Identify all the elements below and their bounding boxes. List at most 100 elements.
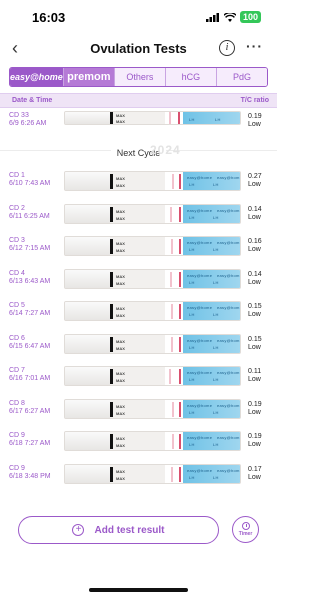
strip-test-line [171,239,173,254]
strip-brand-label: easy@home [217,403,241,408]
row-result: Low [248,376,261,383]
info-icon[interactable]: i [219,40,235,56]
strip-max-label: MAX [116,306,125,311]
strip-lh-label: LH [189,377,195,382]
strip-lh-label: LH [213,182,219,187]
strip-marker [110,112,113,124]
strip-brand-area: easy@home LH LH easy@home [183,432,240,450]
strip-brand-label: easy@home [187,240,213,245]
strip-lh-label: LH [189,312,195,317]
timer-button[interactable]: Timer [232,516,259,543]
strip-lh-label: LH [189,410,195,415]
strip-handle [65,172,110,190]
test-row[interactable]: CD 9 6/18 7:27 AM MAX MAX easy@home LH LH easy@… [0,431,277,463]
test-strip-image[interactable]: MAX MAX LH LH [64,111,241,125]
test-row-previous[interactable]: CD 33 6/9 6:26 AM MAX MAX LH LH 0.19 Low [0,111,277,143]
strip-lh-label: LH [189,442,195,447]
strip-max-label: MAX [116,378,125,383]
row-result: Low [248,121,261,128]
strip-brand-area: easy@home LH LH easy@home [183,172,240,190]
tab-others[interactable]: Others [114,68,166,86]
year-watermark: 2024 [150,143,181,157]
test-row[interactable]: CD 1 6/10 7:43 AM MAX MAX easy@home LH LH easy@… [0,171,277,203]
strip-handle [65,400,110,418]
strip-control-line [178,112,180,124]
strip-marker [110,402,113,417]
test-row[interactable]: CD 6 6/15 6:47 AM MAX MAX easy@home LH LH easy@… [0,334,277,366]
strip-lh-label: LH [213,475,219,480]
row-result: Low [248,246,261,253]
strip-result-window [165,237,183,255]
strip-result-window [165,400,183,418]
test-row[interactable]: CD 4 6/13 6:43 AM MAX MAX easy@home LH LH easy@… [0,269,277,301]
test-strip-image[interactable]: MAX MAX easy@home LH LH easy@home [64,269,241,289]
strip-max-label: MAX [116,209,125,214]
strip-brand-label: easy@home [217,273,241,278]
strip-brand-area: easy@home LH LH easy@home [183,237,240,255]
add-test-result-label: Add test result [94,524,165,536]
strip-marker [110,304,113,319]
test-strip-image[interactable]: MAX MAX easy@home LH LH easy@home [64,301,241,321]
add-test-result-button[interactable]: + Add test result [18,516,219,544]
strip-handle [65,112,110,124]
strip-max-label: MAX [116,339,125,344]
strip-lh-label: LH [213,247,219,252]
row-date: 6/15 6:47 AM [9,343,51,350]
strip-marker [110,272,113,287]
strip-lh-label: LH [189,345,195,350]
strip-control-line [179,467,181,482]
strip-marker [110,369,113,384]
tab-hcg[interactable]: hCG [165,68,217,86]
test-strip-image[interactable]: MAX MAX easy@home LH LH easy@home [64,236,241,256]
test-row[interactable]: CD 5 6/14 7:27 AM MAX MAX easy@home LH LH easy@… [0,301,277,333]
tab-easy-home[interactable]: easy@home [10,68,64,86]
tab-pdg[interactable]: PdG [216,68,267,86]
strip-brand-label: easy@home [187,403,213,408]
status-bar: 16:03 100 [0,0,277,34]
test-row[interactable]: CD 7 6/16 7:01 AM MAX MAX easy@home LH LH easy@… [0,366,277,398]
strip-brand-area: easy@home LH LH easy@home [183,335,240,353]
test-strip-image[interactable]: MAX MAX easy@home LH LH easy@home [64,366,241,386]
test-strip-image[interactable]: MAX MAX easy@home LH LH easy@home [64,399,241,419]
row-result: Low [248,279,261,286]
strip-result-window [165,367,183,385]
strip-max-label: MAX [116,241,125,246]
test-strip-image[interactable]: MAX MAX easy@home LH LH easy@home [64,204,241,224]
strip-handle [65,237,110,255]
home-indicator[interactable] [89,588,188,592]
strip-brand-label: easy@home [187,468,213,473]
tab-premom[interactable]: premom [63,68,115,86]
column-header: Date & Time T/C ratio [0,93,277,108]
row-result: Low [248,181,261,188]
test-strip-image[interactable]: MAX MAX easy@home LH LH easy@home [64,334,241,354]
strip-result-window [165,335,183,353]
strip-handle [65,432,110,450]
strip-marker [110,174,113,189]
strip-brand-area: easy@home LH LH easy@home [183,302,240,320]
strip-brand-label: easy@home [187,338,213,343]
row-date: 6/11 6:25 AM [9,213,50,220]
row-result: Low [248,409,261,416]
strip-brand-label: easy@home [217,208,241,213]
strip-brand-area: easy@home LH LH easy@home [183,270,240,288]
strip-test-line [171,304,173,319]
strip-brand-label: easy@home [187,273,213,278]
strip-handle [65,302,110,320]
row-date: 6/9 6:26 AM [9,120,47,127]
test-row[interactable]: CD 8 6/17 6:27 AM MAX MAX easy@home LH LH easy@… [0,399,277,431]
wifi-icon [223,12,236,22]
row-result: Low [248,311,261,318]
test-strip-image[interactable]: MAX MAX easy@home LH LH easy@home [64,431,241,451]
more-options-icon[interactable]: ··· [246,38,263,54]
strip-test-line [171,337,173,352]
test-strip-image[interactable]: MAX MAX easy@home LH LH easy@home [64,464,241,484]
timer-label: Timer [238,531,253,537]
strip-test-line [169,112,171,124]
row-date: 6/13 6:43 AM [9,278,51,285]
test-row[interactable]: CD 9 6/18 3:48 PM MAX MAX easy@home LH LH easy@… [0,464,277,496]
test-row[interactable]: CD 3 6/12 7:15 AM MAX MAX easy@home LH LH easy@… [0,236,277,268]
strip-result-window [165,205,183,223]
test-row[interactable]: CD 2 6/11 6:25 AM MAX MAX easy@home LH LH easy@… [0,204,277,236]
test-strip-image[interactable]: MAX MAX easy@home LH LH easy@home [64,171,241,191]
strip-lh-label: LH [189,475,195,480]
